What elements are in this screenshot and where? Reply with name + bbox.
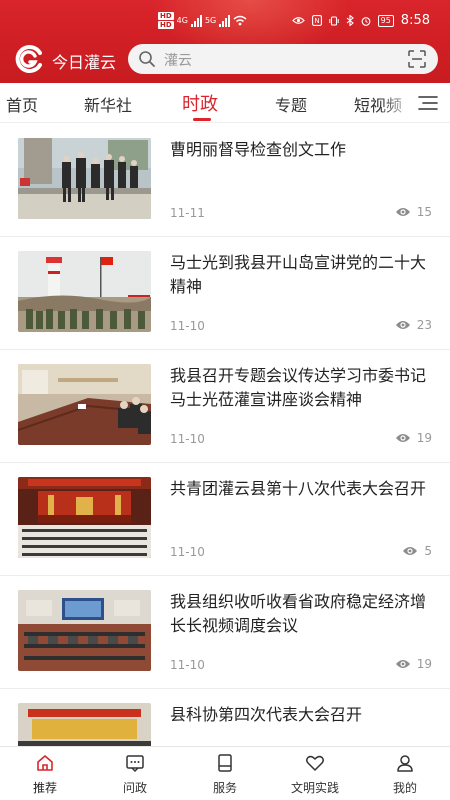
nav-profile[interactable]: 我的	[365, 753, 445, 796]
tab-special[interactable]: 专题	[275, 92, 307, 116]
nfc-icon: N	[311, 15, 322, 26]
vibrate-icon	[328, 15, 339, 26]
view-count: 19	[395, 657, 432, 671]
news-feed: 曹明丽督导检查创文工作 11-11 15 马士光到我县开山岛宣讲党的二十大精神 …	[0, 124, 450, 746]
service-icon	[218, 754, 232, 772]
nav-label: 服务	[212, 781, 237, 795]
news-title[interactable]: 我县组织收听收看省政府稳定经济增长长视频调度会议	[170, 590, 438, 638]
tab-xinhua[interactable]: 新华社	[84, 92, 132, 116]
view-count-value: 23	[416, 318, 432, 332]
nav-inquiry[interactable]: 问政	[95, 753, 175, 796]
news-item[interactable]: 县科协第四次代表大会召开	[0, 689, 450, 746]
view-count-value: 5	[424, 544, 432, 558]
svg-text:N: N	[314, 17, 319, 25]
view-count-value: 15	[416, 205, 432, 219]
channel-tabs: 首页 新华社 时政 专题 短视频	[0, 83, 450, 123]
eye-icon	[395, 660, 410, 668]
scan-icon[interactable]	[408, 50, 426, 68]
news-title[interactable]: 曹明丽督导检查创文工作	[170, 138, 438, 162]
news-thumbnail	[18, 703, 151, 746]
news-date: 11-11	[170, 206, 205, 220]
bottom-navigation: 推荐 问政 服务 文明实践 我的	[0, 746, 450, 800]
search-icon	[139, 51, 155, 67]
news-date: 11-10	[170, 658, 205, 672]
view-count: 5	[402, 544, 432, 558]
menu-icon[interactable]	[418, 95, 438, 111]
nav-recommend[interactable]: 推荐	[5, 753, 85, 796]
search-bar[interactable]: 灌云	[128, 44, 438, 74]
eye-icon	[395, 434, 410, 442]
news-thumbnail	[18, 477, 151, 558]
status-bar: HD HD 4G 5G N 95 8:58	[0, 0, 450, 40]
news-title[interactable]: 共青团灌云县第十八次代表大会召开	[170, 477, 438, 501]
network-label-2: 5G	[204, 16, 217, 25]
eye-icon	[395, 208, 410, 216]
clock: 8:58	[400, 13, 430, 28]
nav-label: 问政	[122, 781, 147, 795]
home-icon	[37, 755, 53, 771]
nav-civilization[interactable]: 文明实践	[275, 753, 355, 796]
eye-comfort-icon	[291, 17, 305, 24]
news-thumbnail	[18, 251, 151, 332]
network-label: 4G	[176, 16, 188, 25]
view-count: 23	[395, 318, 432, 332]
tab-politics[interactable]: 时政	[182, 90, 218, 116]
view-count: 19	[395, 431, 432, 445]
news-title[interactable]: 我县召开专题会议传达学习市委书记马士光莅灌宣讲座谈会精神	[170, 364, 438, 412]
nav-service[interactable]: 服务	[185, 753, 265, 796]
view-count-value: 19	[416, 431, 432, 445]
news-date: 11-10	[170, 432, 205, 446]
eye-icon	[395, 321, 410, 329]
tab-fade	[380, 83, 416, 121]
signal-icon	[190, 14, 202, 27]
news-date: 11-10	[170, 545, 205, 559]
wifi-icon	[233, 15, 247, 26]
active-tab-indicator	[193, 118, 211, 121]
news-thumbnail	[18, 364, 151, 445]
view-count-value: 19	[416, 657, 432, 671]
news-item[interactable]: 我县召开专题会议传达学习市委书记马士光莅灌宣讲座谈会精神 11-10 19	[0, 350, 450, 463]
news-thumbnail	[18, 138, 151, 219]
heart-icon	[306, 755, 324, 771]
search-placeholder: 灌云	[164, 53, 192, 69]
bluetooth-icon	[346, 15, 354, 26]
view-count: 15	[395, 205, 432, 219]
message-icon	[126, 755, 144, 773]
news-item[interactable]: 共青团灌云县第十八次代表大会召开 11-10 5	[0, 463, 450, 576]
signal-icon-2	[219, 14, 231, 27]
news-title[interactable]: 县科协第四次代表大会召开	[170, 703, 438, 727]
news-item[interactable]: 马士光到我县开山岛宣讲党的二十大精神 11-10 23	[0, 237, 450, 350]
nav-label: 我的	[392, 781, 417, 795]
app-header: HD HD 4G 5G N 95 8:58 今日灌云 灌云	[0, 0, 450, 83]
user-icon	[397, 755, 413, 772]
tab-home[interactable]: 首页	[6, 92, 38, 116]
news-date: 11-10	[170, 319, 205, 333]
battery-indicator: 95	[377, 14, 394, 27]
eye-icon	[403, 547, 418, 555]
alarm-icon	[361, 16, 370, 26]
nav-label: 推荐	[32, 781, 57, 795]
news-item[interactable]: 曹明丽督导检查创文工作 11-11 15	[0, 124, 450, 237]
app-name: 今日灌云	[52, 53, 117, 72]
sim-indicator: HD HD	[158, 12, 174, 29]
news-item[interactable]: 我县组织收听收看省政府稳定经济增长长视频调度会议 11-10 19	[0, 576, 450, 689]
news-title[interactable]: 马士光到我县开山岛宣讲党的二十大精神	[170, 251, 438, 299]
app-logo	[15, 45, 42, 73]
news-thumbnail	[18, 590, 151, 671]
nav-label: 文明实践	[290, 781, 339, 795]
